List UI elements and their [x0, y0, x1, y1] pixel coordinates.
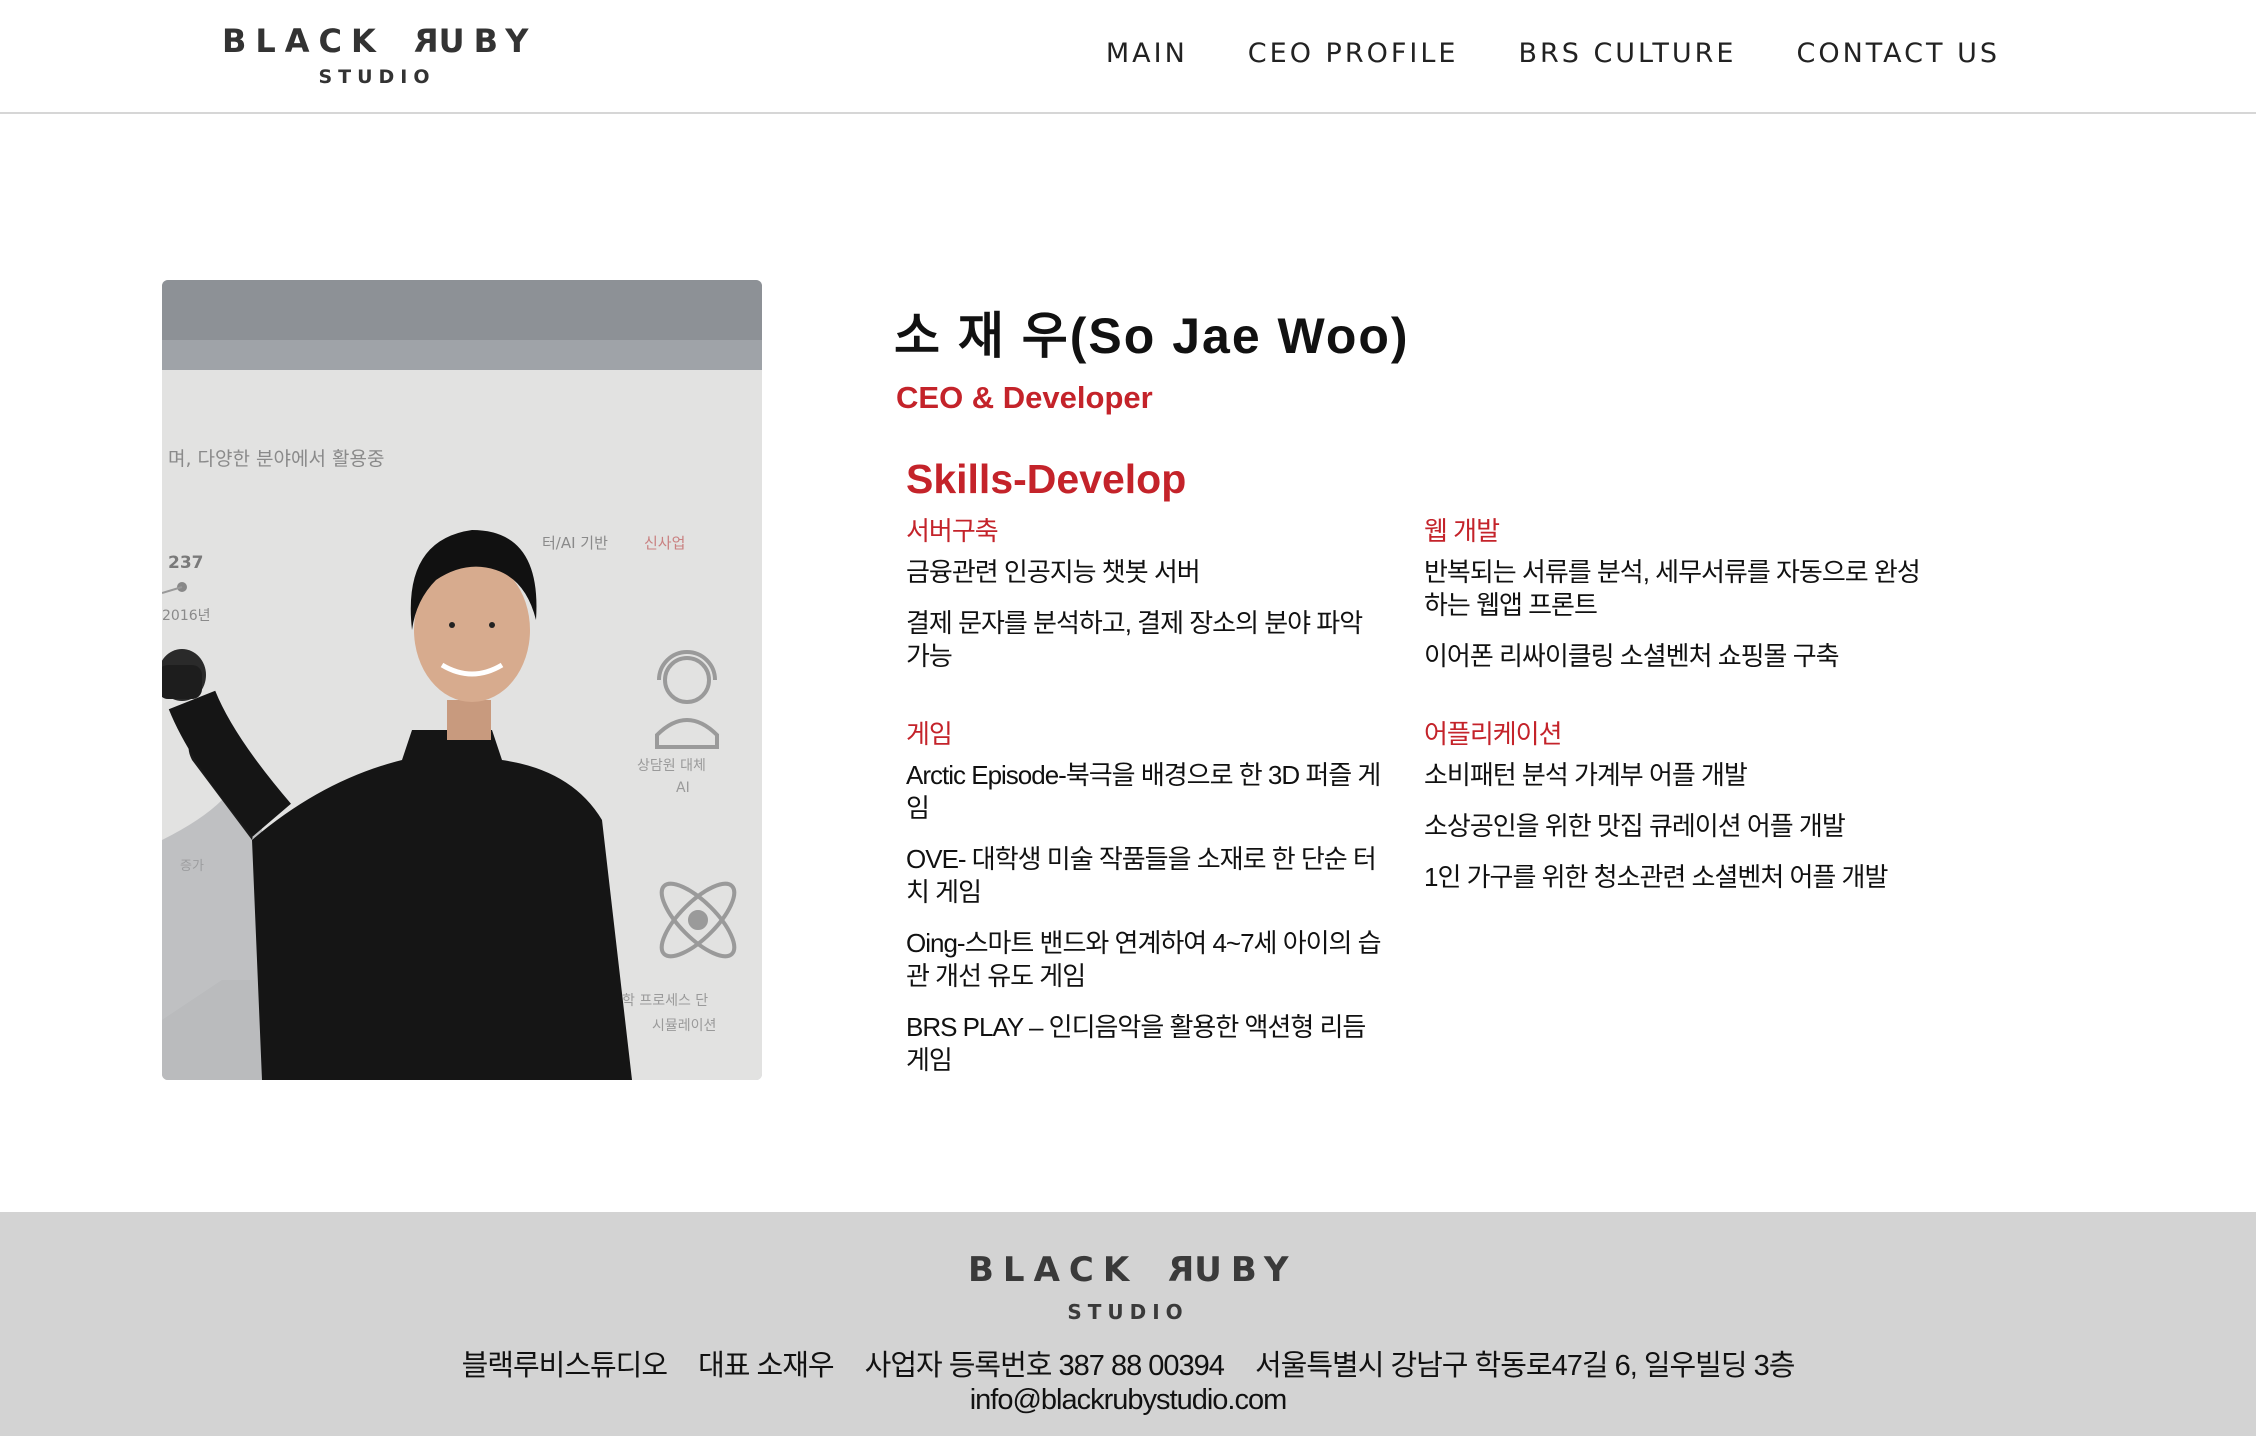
brand-logo[interactable]: BLACK RUBY STUDIO [222, 22, 532, 88]
logo-subtitle: STUDIO [318, 66, 436, 88]
nav-contact-us[interactable]: CONTACT US [1796, 38, 2000, 69]
site-footer: BLACK RUBY STUDIO 블랙루비스튜디오 대표 소재우 사업자 등록… [0, 1212, 2256, 1436]
svg-text:시뮬레이션: 시뮬레이션 [652, 1018, 716, 1034]
svg-text:학 프로세스 단: 학 프로세스 단 [622, 993, 708, 1009]
skill-category-server: 서버구축 [906, 516, 999, 546]
svg-text:2016년: 2016년 [162, 608, 211, 624]
company-address: 서울특별시 강남구 학동로47길 6, 일우빌딩 3층 [1254, 1350, 1795, 1382]
svg-text:터/AI 기반: 터/AI 기반 [542, 534, 608, 552]
contact-email[interactable]: info@blackrubystudio.com [0, 1384, 2256, 1417]
ceo-role: CEO & Developer [896, 380, 1153, 415]
nav-ceo-profile[interactable]: CEO PROFILE [1248, 38, 1459, 69]
skill-item: 소상공인을 위한 맛집 큐레이션 어플 개발 [1424, 811, 1846, 841]
skill-item: 1인 가구를 위한 청소관련 소셜벤처 어플 개발 [1424, 862, 1888, 892]
site-header: BLACK RUBY STUDIO MAIN CEO PROFILE BRS C… [0, 0, 2256, 114]
company-info: 블랙루비스튜디오 대표 소재우 사업자 등록번호 387 88 00394 서울… [0, 1342, 2256, 1384]
ceo-name: 소 재 우(So Jae Woo) [894, 308, 1410, 364]
skill-item: 반복되는 서류를 분석, 세무서류를 자동으로 완성하는 웹앱 프론트 [1424, 557, 1921, 620]
nav-main[interactable]: MAIN [1106, 38, 1188, 69]
skill-item: Oing-스마트 밴드와 연계하여 4~7세 아이의 습관 개선 유도 게임 [906, 928, 1382, 991]
svg-text:상담원 대체: 상담원 대체 [637, 758, 706, 774]
svg-text:며, 다양한 분야에서 활용중: 며, 다양한 분야에서 활용중 [168, 448, 384, 470]
ceo-photo: 며, 다양한 분야에서 활용중 터/AI 기반 신사업 237 2016년 상담… [162, 280, 762, 1080]
skill-category-app: 어플리케이션 [1424, 719, 1563, 749]
business-number: 사업자 등록번호 387 88 00394 [864, 1350, 1225, 1382]
footer-logo-subtitle: STUDIO [1067, 1300, 1189, 1324]
logo-wordmark: BLACK RUBY [222, 22, 538, 60]
footer-logo[interactable]: BLACK RUBY STUDIO [968, 1250, 1288, 1324]
skill-item: 금융관련 인공지능 챗봇 서버 [906, 557, 1201, 587]
skills-title: Skills-Develop [906, 456, 1187, 502]
skill-item: BRS PLAY – 인디음악을 활용한 액션형 리듬게임 [906, 1012, 1366, 1075]
skill-category-game: 게임 [906, 719, 953, 749]
svg-text:AI: AI [676, 780, 690, 796]
skills-column-right: 웹 개발 반복되는 서류를 분석, 세무서류를 자동으로 완성하는 웹앱 프론트… [1424, 514, 1924, 912]
skill-item: Arctic Episode-북극을 배경으로 한 3D 퍼즐 게임 [906, 760, 1381, 823]
main-nav: MAIN CEO PROFILE BRS CULTURE CONTACT US [1106, 38, 2000, 69]
nav-brs-culture[interactable]: BRS CULTURE [1518, 38, 1736, 69]
skill-category-web: 웹 개발 [1424, 516, 1500, 546]
svg-text:237: 237 [168, 553, 204, 573]
skill-item: 소비패턴 분석 가계부 어플 개발 [1424, 760, 1748, 790]
skill-item: 결제 문자를 분석하고, 결제 장소의 분야 파악 가능 [906, 608, 1363, 671]
skills-column-left: 서버구축 금융관련 인공지능 챗봇 서버 결제 문자를 분석하고, 결제 장소의… [906, 514, 1386, 1095]
footer-logo-wordmark: BLACK RUBY [968, 1250, 1298, 1290]
svg-text:신사업: 신사업 [644, 534, 685, 552]
skill-item: OVE- 대학생 미술 작품들을 소재로 한 단순 터치 게임 [906, 844, 1377, 907]
company-name: 블랙루비스튜디오 [461, 1350, 668, 1382]
skill-item: 이어폰 리싸이클링 소셜벤처 쇼핑몰 구축 [1424, 641, 1840, 671]
company-ceo: 대표 소재우 [698, 1350, 834, 1382]
